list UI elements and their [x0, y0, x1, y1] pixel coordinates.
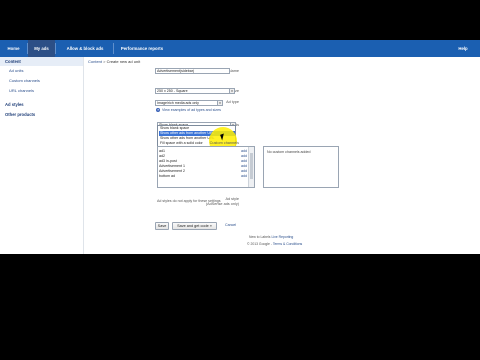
- breadcrumb: Content > Create new ad unit: [88, 59, 140, 64]
- nav-separator: [55, 43, 56, 54]
- nav-home[interactable]: Home: [0, 40, 27, 57]
- help-icon[interactable]: ?: [156, 108, 160, 112]
- video-letterbox-bottom: [0, 254, 480, 360]
- ad-style-note: Ad styles do not apply for these setting…: [157, 199, 221, 203]
- cancel-link[interactable]: Cancel: [225, 223, 236, 227]
- footer-line-2: © 2013 Google - Terms & Conditions: [247, 242, 302, 246]
- top-navigation: Home My ads Allow & block ads Performanc…: [0, 40, 480, 57]
- list-item: bottom ad add: [158, 174, 248, 179]
- ad-type-label: Ad type: [226, 100, 239, 104]
- footer-line-1: New to Labels Live Reporting: [249, 235, 293, 239]
- sidebar: Content Ad units Custom channels URL cha…: [0, 57, 84, 254]
- view-examples-link[interactable]: View examples of ad types and sizes: [162, 108, 221, 112]
- ad-type-value: Image/rich media ads only: [157, 101, 199, 105]
- sidebar-item-custom-channels[interactable]: Custom channels: [9, 78, 40, 83]
- sidebar-content-heading[interactable]: Content: [0, 57, 83, 66]
- nav-allow-block-ads[interactable]: Allow & block ads: [57, 40, 113, 57]
- nav-my-ads[interactable]: My ads: [28, 40, 55, 57]
- main-content: Content > Create new ad unit Name Advert…: [85, 57, 480, 254]
- nav-performance-reports[interactable]: Performance reports: [114, 40, 170, 57]
- sidebar-item-url-channels[interactable]: URL channels: [9, 88, 34, 93]
- footer-live-reporting-link[interactable]: Live Reporting: [271, 235, 293, 239]
- channel-add-link[interactable]: add: [241, 174, 247, 179]
- chevron-down-icon: ▾: [229, 89, 234, 93]
- name-field[interactable]: Advertisement(sidebar): [155, 68, 230, 74]
- ad-style-label: Ad style: [225, 197, 239, 201]
- footer-text: New to Labels: [249, 235, 271, 239]
- sidebar-item-ad-units[interactable]: Ad units: [9, 68, 23, 73]
- sidebar-other-products[interactable]: Other products: [0, 110, 83, 119]
- name-label: Name: [228, 69, 239, 73]
- breadcrumb-current: Create new ad unit: [106, 59, 141, 64]
- ad-size-select[interactable]: 250 x 250 - Square ▾: [155, 88, 235, 94]
- footer-copyright: © 2013 Google: [247, 242, 270, 246]
- no-channels-text: No custom channels added: [267, 150, 311, 154]
- footer-dash: -: [270, 242, 272, 246]
- scrollbar-thumb[interactable]: [250, 153, 253, 179]
- breadcrumb-separator: >: [103, 59, 106, 64]
- breadcrumb-content-link[interactable]: Content: [88, 59, 102, 64]
- sidebar-ad-styles[interactable]: Ad styles: [0, 100, 83, 109]
- custom-channels-list[interactable]: ad1 add ad2 add ad3 in-post add Advertis…: [157, 146, 255, 188]
- save-and-get-code-button[interactable]: Save and get code »: [172, 222, 217, 230]
- ad-size-value: 250 x 250 - Square: [157, 89, 188, 93]
- video-letterbox-top: [0, 0, 480, 40]
- chevron-down-icon: ▾: [217, 101, 222, 105]
- footer-terms-link[interactable]: Terms & Conditions: [273, 242, 302, 246]
- list-scrollbar[interactable]: [248, 147, 254, 187]
- added-channels-box: No custom channels added: [263, 146, 339, 188]
- adsense-window: Home My ads Allow & block ads Performanc…: [0, 40, 480, 254]
- save-button[interactable]: Save: [155, 222, 169, 230]
- ad-type-select[interactable]: Image/rich media ads only ▾: [155, 100, 223, 106]
- channel-name: bottom ad: [159, 174, 175, 178]
- nav-help[interactable]: Help: [454, 40, 472, 57]
- custom-channels-label: Custom channels: [209, 141, 239, 145]
